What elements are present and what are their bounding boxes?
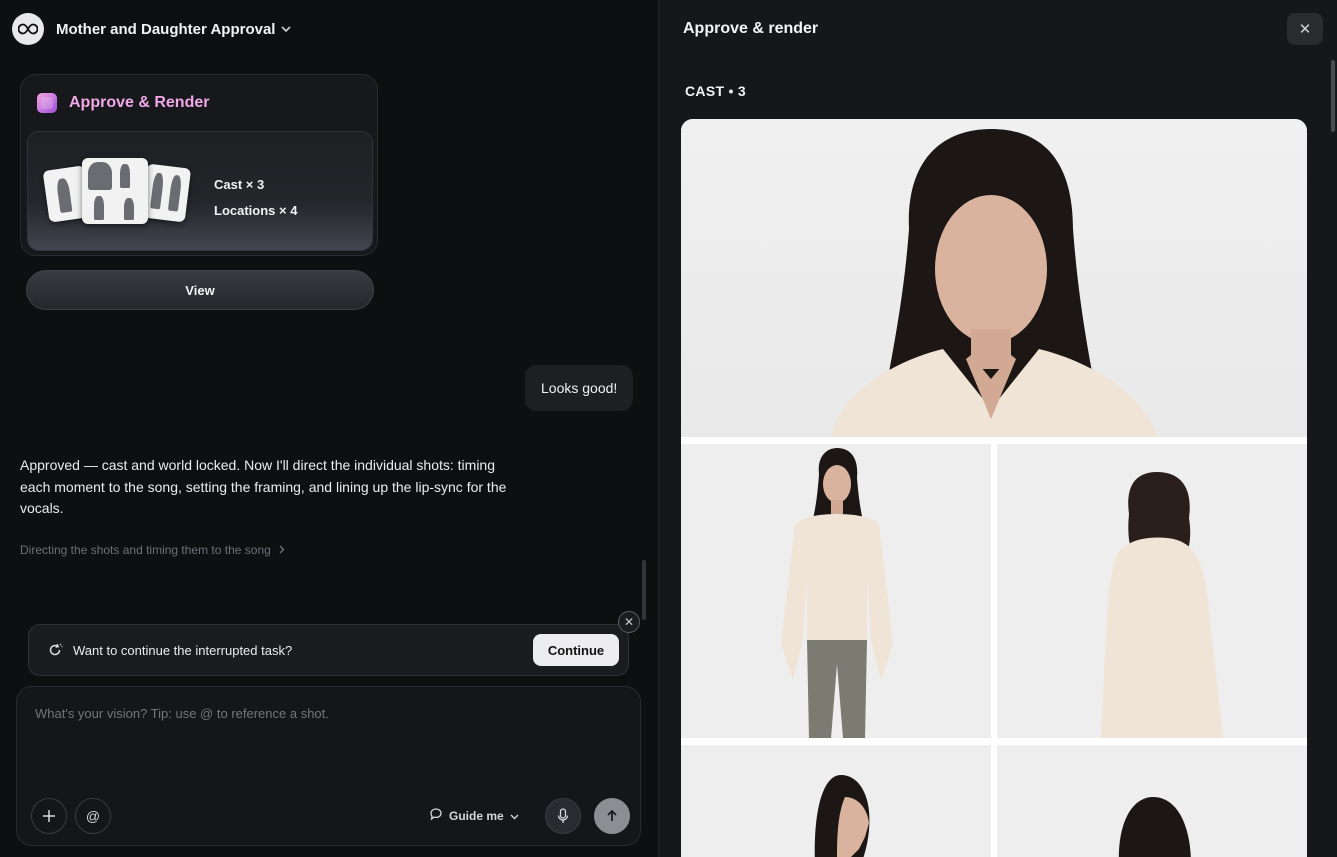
- mention-button[interactable]: @: [75, 798, 111, 834]
- approve-render-card: Approve & Render Cast × 3 Locations × 4: [20, 74, 378, 256]
- resume-prompt: Want to continue the interrupted task?: [73, 643, 293, 658]
- infinity-icon[interactable]: [12, 13, 44, 45]
- panel-title: Approve & render: [683, 20, 819, 37]
- project-header: Mother and Daughter Approval: [12, 13, 292, 45]
- chat-bubble-icon: [429, 807, 443, 824]
- retry-icon: [47, 642, 63, 658]
- continue-button[interactable]: Continue: [533, 634, 619, 666]
- cast-profile-image[interactable]: [681, 745, 991, 857]
- prompt-input[interactable]: [33, 705, 617, 722]
- cast-gallery: [681, 119, 1307, 857]
- thumbnail-image: [140, 163, 192, 223]
- cast-section-label: CAST • 3: [685, 83, 746, 99]
- guide-me-dropdown[interactable]: Guide me: [429, 807, 519, 824]
- card-header: Approve & Render: [37, 93, 209, 113]
- user-message: Looks good!: [525, 365, 634, 411]
- status-line[interactable]: Directing the shots and timing them to t…: [20, 543, 285, 557]
- cast-full-body-front-image[interactable]: [681, 444, 991, 738]
- card-title: Approve & Render: [69, 94, 210, 111]
- close-icon[interactable]: ✕: [618, 611, 640, 633]
- thumbnail-image: [82, 158, 148, 224]
- resume-task-banner: Want to continue the interrupted task? C…: [28, 624, 629, 676]
- add-attachment-button[interactable]: [31, 798, 67, 834]
- card-preview[interactable]: Cast × 3 Locations × 4: [27, 131, 373, 251]
- cast-portrait-image[interactable]: [681, 119, 1307, 437]
- approve-render-panel: Approve & render ✕ CAST • 3: [658, 0, 1337, 857]
- send-button[interactable]: [594, 798, 630, 834]
- assistant-message: Approved — cast and world locked. Now I'…: [20, 457, 507, 516]
- thumbnail-stack: [42, 158, 196, 228]
- locations-count: Locations × 4: [214, 203, 298, 218]
- close-icon[interactable]: ✕: [1287, 13, 1323, 45]
- cast-back-crop-image[interactable]: [997, 745, 1307, 857]
- status-text: Directing the shots and timing them to t…: [20, 543, 271, 557]
- view-button[interactable]: View: [26, 270, 374, 310]
- chat-scrollbar[interactable]: [642, 560, 646, 620]
- cast-back-view-image[interactable]: [997, 444, 1307, 738]
- composer: @ Guide me: [16, 686, 641, 846]
- chevron-down-icon: [510, 809, 519, 823]
- project-title[interactable]: Mother and Daughter Approval: [56, 21, 275, 38]
- panel-scrollbar[interactable]: [1331, 60, 1335, 132]
- microphone-icon[interactable]: [545, 798, 581, 834]
- cast-count: Cast × 3: [214, 177, 265, 192]
- chat-panel: Mother and Daughter Approval Approve & R…: [0, 0, 657, 857]
- guide-me-label: Guide me: [449, 808, 504, 823]
- image-gallery-icon: [37, 93, 57, 113]
- card-stats: Cast × 3 Locations × 4: [214, 172, 297, 224]
- chevron-right-icon: [279, 543, 285, 557]
- chevron-down-icon[interactable]: [281, 24, 292, 35]
